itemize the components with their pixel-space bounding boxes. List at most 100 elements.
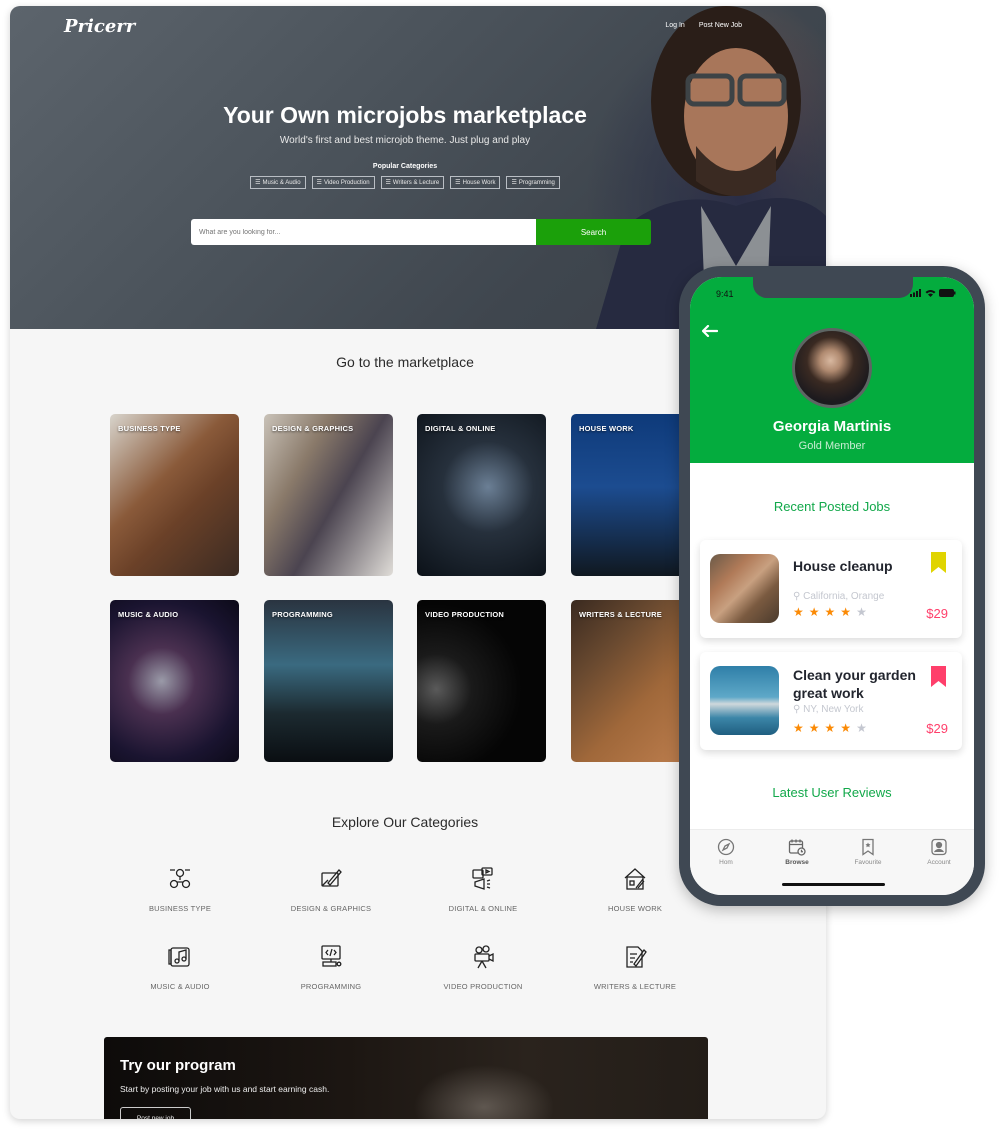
- list-icon: ☰: [455, 180, 461, 186]
- site-logo[interactable]: Pricerr: [64, 16, 135, 37]
- status-icons: [910, 289, 956, 297]
- code-monitor-icon: [321, 945, 342, 967]
- job-title: Clean your garden great work: [793, 667, 916, 701]
- megaphone-video-icon: [472, 867, 493, 890]
- user-icon: [931, 838, 947, 856]
- star-filled-icon: ★: [824, 605, 836, 619]
- job-location-text: California, Orange: [803, 591, 885, 602]
- post-new-job-link[interactable]: Post New Job: [699, 22, 742, 29]
- login-link[interactable]: Log In: [665, 22, 684, 29]
- list-icon: ☰: [511, 180, 517, 186]
- tab-label: Favourite: [854, 859, 882, 866]
- top-nav: Log In Post New Job: [665, 22, 742, 29]
- calendar-clock-icon: [788, 839, 806, 856]
- location-pin-icon: ⚲: [793, 591, 804, 602]
- category-label: DESIGN & GRAPHICS: [290, 904, 372, 913]
- card-music-audio[interactable]: MUSIC & AUDIO: [110, 600, 239, 762]
- popular-tag-label: Music & Audio: [262, 179, 301, 186]
- category-video-production[interactable]: VIDEO PRODUCTION: [408, 944, 558, 994]
- phone-mockup: 9:41 Georgia Martinis Gold Member Recent…: [679, 266, 985, 906]
- search-input[interactable]: [191, 219, 536, 245]
- star-empty-icon: ★: [856, 721, 867, 735]
- tab-account[interactable]: Account: [909, 838, 969, 866]
- job-thumbnail: [710, 666, 779, 735]
- category-business-type[interactable]: BUSINESS TYPE: [105, 866, 255, 916]
- design-pencil-icon: [321, 869, 342, 887]
- signal-icon: [910, 289, 921, 297]
- latest-reviews-title: Latest User Reviews: [772, 785, 892, 800]
- popular-tag-writers-lecture[interactable]: ☰ Writers & Lecture: [380, 176, 445, 189]
- job-location-text: NY, New York: [803, 704, 864, 715]
- job-rating: ★ ★ ★ ★ ★: [793, 722, 867, 734]
- popular-tag-music-audio[interactable]: ☰ Music & Audio: [250, 176, 306, 189]
- category-label: VIDEO PRODUCTION: [443, 982, 523, 991]
- bookmark-icon[interactable]: [931, 666, 946, 687]
- job-card[interactable]: Clean your garden great work ⚲ NY, New Y…: [700, 652, 962, 750]
- list-icon: ☰: [316, 180, 322, 186]
- card-label: PROGRAMMING: [272, 610, 333, 619]
- post-new-job-button[interactable]: Post new job: [120, 1107, 191, 1119]
- popular-tag-label: Programming: [518, 179, 555, 186]
- star-filled-icon: ★: [808, 605, 820, 619]
- category-label: MUSIC & AUDIO: [150, 982, 210, 991]
- wifi-icon: [925, 290, 936, 297]
- recent-jobs-title: Recent Posted Jobs: [773, 499, 891, 514]
- job-card[interactable]: House cleanup ⚲ California, Orange ★ ★ ★ ★ ★…: [700, 540, 962, 638]
- card-label: DIGITAL & ONLINE: [425, 424, 496, 433]
- job-title: House cleanup: [793, 558, 893, 574]
- card-programming[interactable]: PROGRAMMING: [264, 600, 393, 762]
- category-programming[interactable]: PROGRAMMING: [256, 944, 406, 994]
- business-network-icon: [169, 868, 191, 889]
- card-video-production[interactable]: VIDEO PRODUCTION: [417, 600, 546, 762]
- search-bar: Search: [191, 219, 651, 245]
- popular-tag-programming[interactable]: ☰ Programming: [506, 176, 560, 189]
- home-indicator: [782, 883, 885, 886]
- back-arrow-icon[interactable]: [701, 324, 719, 342]
- popular-tag-label: House Work: [462, 179, 496, 186]
- tab-home[interactable]: Hom: [696, 838, 756, 866]
- category-digital-online[interactable]: DIGITAL & ONLINE: [408, 866, 558, 916]
- popular-tag-video-production[interactable]: ☰ Video Production: [311, 176, 375, 189]
- popular-tag-house-work[interactable]: ☰ House Work: [450, 176, 501, 189]
- job-rating: ★ ★ ★ ★ ★: [793, 606, 867, 618]
- job-location: ⚲ NY, New York: [793, 704, 864, 715]
- hero-title: Your Own microjobs marketplace: [223, 102, 587, 128]
- list-icon: ☰: [255, 180, 261, 186]
- category-label: HOUSE WORK: [607, 904, 663, 913]
- category-label: BUSINESS TYPE: [148, 904, 212, 913]
- card-digital-online[interactable]: DIGITAL & ONLINE: [417, 414, 546, 576]
- category-label: WRITERS & LECTURE: [593, 982, 677, 991]
- star-empty-icon: ★: [856, 605, 867, 619]
- profile-role: Gold Member: [798, 440, 866, 452]
- list-icon: ☰: [385, 180, 391, 186]
- music-album-icon: [168, 947, 190, 967]
- bookmark-icon[interactable]: [931, 552, 946, 573]
- popular-categories-label: Popular Categories: [372, 163, 438, 170]
- promo-banner: Try our program Start by posting your jo…: [104, 1037, 708, 1119]
- tab-favourite[interactable]: Favourite: [838, 838, 898, 866]
- star-filled-icon: ★: [808, 721, 820, 735]
- card-business-type[interactable]: BUSINESS TYPE: [110, 414, 239, 576]
- star-filled-icon: ★: [793, 605, 804, 619]
- card-label: DESIGN & GRAPHICS: [272, 424, 354, 433]
- category-design-graphics[interactable]: DESIGN & GRAPHICS: [256, 866, 406, 916]
- tab-browse[interactable]: Browse: [767, 838, 827, 866]
- card-label: WRITERS & LECTURE: [579, 610, 662, 619]
- job-location: ⚲ California, Orange: [793, 591, 884, 602]
- card-label: MUSIC & AUDIO: [118, 610, 179, 619]
- phone-notch: [753, 277, 913, 298]
- search-button[interactable]: Search: [536, 219, 651, 245]
- popular-tag-label: Video Production: [323, 179, 370, 186]
- category-writers-lecture[interactable]: WRITERS & LECTURE: [560, 944, 710, 994]
- card-label: VIDEO PRODUCTION: [425, 610, 505, 619]
- card-design-graphics[interactable]: DESIGN & GRAPHICS: [264, 414, 393, 576]
- document-pen-icon: [626, 946, 647, 968]
- tab-label: Browse: [785, 859, 809, 866]
- category-label: PROGRAMMING: [300, 982, 362, 991]
- category-music-audio[interactable]: MUSIC & AUDIO: [105, 944, 255, 994]
- phone-screen: 9:41 Georgia Martinis Gold Member Recent…: [690, 277, 974, 895]
- profile-header: 9:41 Georgia Martinis Gold Member: [690, 277, 974, 463]
- profile-name: Georgia Martinis: [772, 418, 892, 435]
- hero-subtitle: World's first and best microjob theme. J…: [279, 135, 531, 146]
- job-price: $29: [926, 721, 948, 736]
